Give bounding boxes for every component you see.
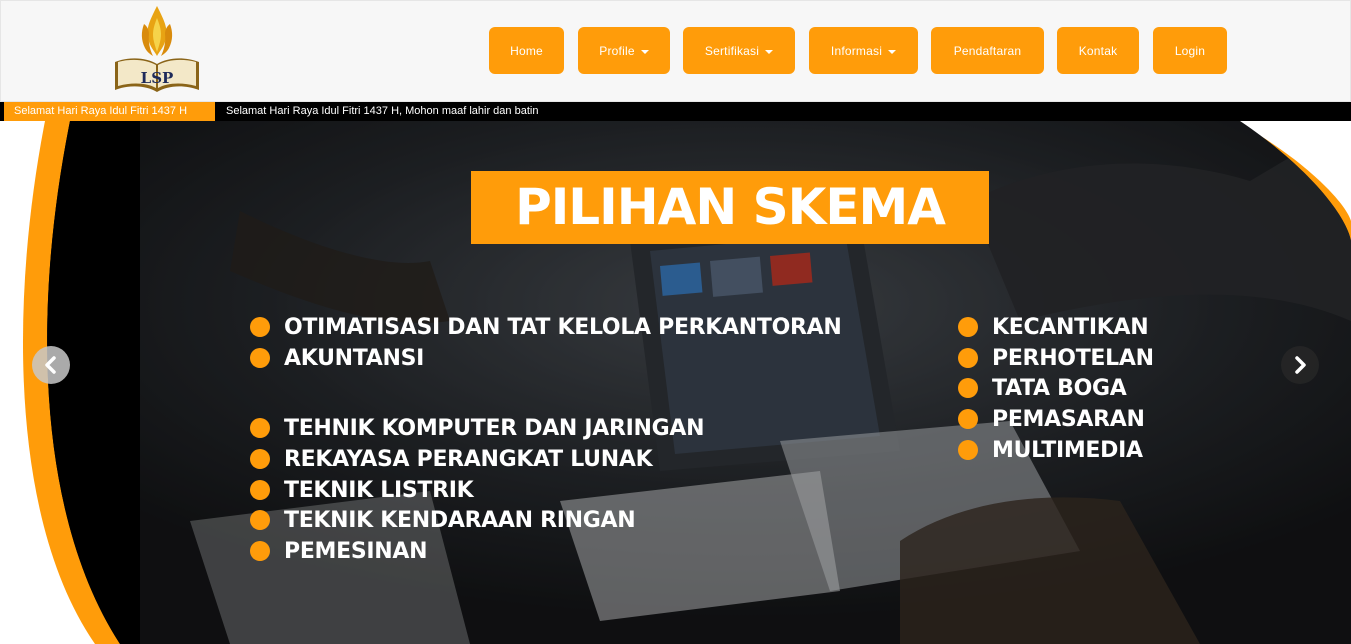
skema-label: TEHNIK KOMPUTER DAN JARINGAN [284,415,705,441]
bullet-icon [958,409,978,429]
chevron-right-icon [1295,356,1306,374]
skema-label: AKUNTANSI [284,345,425,371]
skema-item: MULTIMEDIA [958,435,1143,465]
carousel-next-button[interactable] [1281,346,1319,384]
skema-item: PERHOTELAN [958,343,1154,373]
main-nav: Home Profile Sertifikasi Informasi Pendaftar… [1,27,1350,74]
caret-down-icon [888,49,897,54]
nav-home-button[interactable]: Home [489,27,564,74]
skema-item: AKUNTANSI [250,343,424,373]
skema-label: MULTIMEDIA [992,437,1143,463]
bullet-icon [958,317,978,337]
nav-kontak-button[interactable]: Kontak [1057,27,1139,74]
nav-profile-button[interactable]: Profile [578,27,670,74]
skema-label: PERHOTELAN [992,345,1154,371]
bullet-icon [250,449,270,469]
bullet-icon [250,480,270,500]
skema-item: OTIMATISASI DAN TAT KELOLA PERKANTORAN [250,312,842,342]
nav-label: Login [1174,43,1206,58]
bullet-icon [958,348,978,368]
skema-label: TEKNIK KENDARAAN RINGAN [284,507,636,533]
nav-label: Home [510,43,543,58]
skema-label: OTIMATISASI DAN TAT KELOLA PERKANTORAN [284,314,842,340]
skema-label: TATA BOGA [992,375,1127,401]
nav-label: Pendaftaran [953,43,1022,58]
nav-label: Profile [599,43,635,58]
skema-item: PEMASARAN [958,404,1145,434]
nav-label: Sertifikasi [704,43,760,58]
skema-label: TEKNIK LISTRIK [284,477,474,503]
nav-informasi-button[interactable]: Informasi [809,27,918,74]
nav-label: Informasi [830,43,883,58]
skema-label: REKAYASA PERANGKAT LUNAK [284,446,653,472]
news-ticker: Selamat Hari Raya Idul Fitri 1437 H Sela… [0,102,1351,121]
skema-label: PEMESINAN [284,538,428,564]
skema-label: PEMASARAN [992,406,1145,432]
skema-item: TEKNIK LISTRIK [250,475,474,505]
bullet-icon [958,378,978,398]
skema-item: PEMESINAN [250,536,428,566]
caret-down-icon [765,49,774,54]
bullet-icon [250,418,270,438]
ticker-label: Selamat Hari Raya Idul Fitri 1437 H [4,102,215,121]
chevron-left-icon [45,356,56,374]
bullet-icon [958,440,978,460]
nav-login-button[interactable]: Login [1153,27,1227,74]
skema-label: KECANTIKAN [992,314,1149,340]
skema-item: TATA BOGA [958,373,1127,403]
site-header: LSP Home Profile Sertifikasi Informasi Penda… [0,0,1351,102]
nav-label: Kontak [1078,43,1118,58]
skema-item: TEKNIK KENDARAAN RINGAN [250,505,636,535]
nav-sertifikasi-button[interactable]: Sertifikasi [683,27,795,74]
skema-item: TEHNIK KOMPUTER DAN JARINGAN [250,413,705,443]
bullet-icon [250,541,270,561]
ticker-text[interactable]: Selamat Hari Raya Idul Fitri 1437 H, Moh… [226,102,538,121]
hero-carousel: PILIHAN SKEMA OTIMATISASI DAN TAT KELOLA… [0,121,1351,644]
bullet-icon [250,317,270,337]
bullet-icon [250,348,270,368]
carousel-prev-button[interactable] [32,346,70,384]
skema-item: REKAYASA PERANGKAT LUNAK [250,444,653,474]
nav-pendaftaran-button[interactable]: Pendaftaran [931,27,1044,74]
bullet-icon [250,510,270,530]
skema-item: KECANTIKAN [958,312,1149,342]
caret-down-icon [640,49,649,54]
slide-title: PILIHAN SKEMA [471,171,989,244]
